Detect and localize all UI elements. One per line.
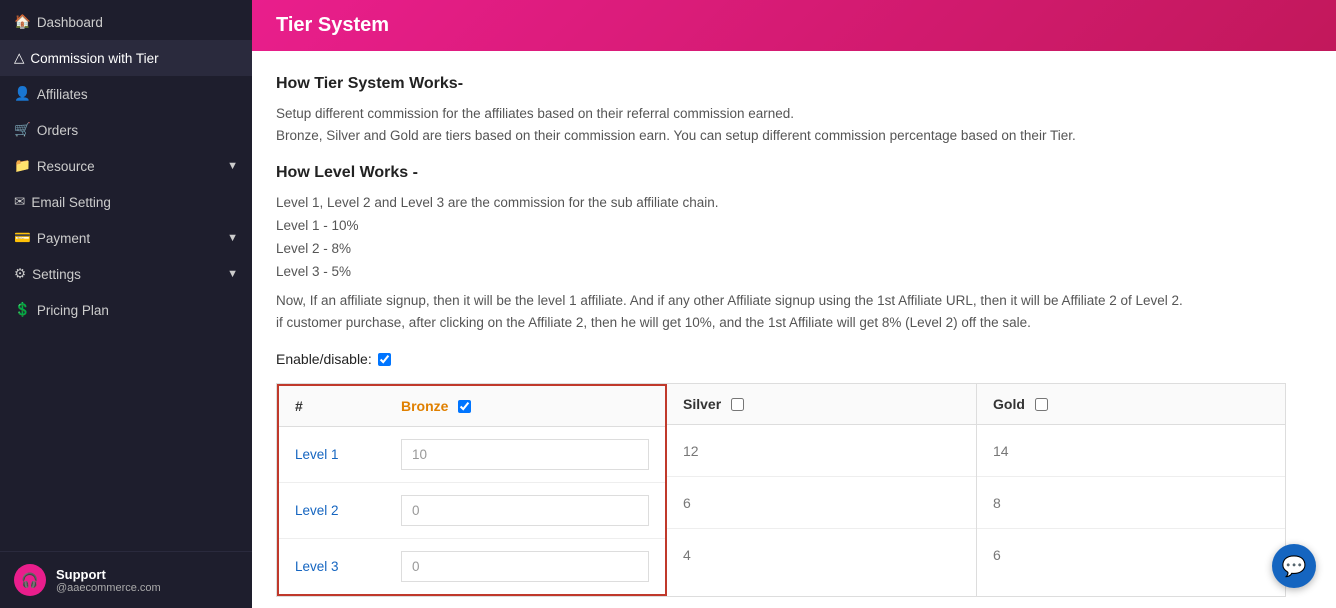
enable-checkbox[interactable]	[378, 353, 391, 366]
gold-label: Gold	[993, 396, 1025, 412]
sidebar-item-label: Resource	[37, 159, 95, 174]
support-section: 🎧 Support @aaecommerce.com	[0, 551, 252, 608]
gold-level3-value: 6	[993, 547, 1001, 563]
chevron-down-icon: ▼	[227, 268, 238, 280]
sidebar-item-pricing-plan[interactable]: 💲 Pricing Plan	[0, 292, 252, 328]
support-avatar: 🎧	[14, 564, 46, 596]
table-row-1-gold: 14	[977, 425, 1285, 477]
sidebar-item-label: Settings	[32, 267, 81, 282]
bronze-level3-input[interactable]	[401, 551, 649, 582]
sidebar-item-label: Payment	[37, 231, 90, 246]
gold-level1-value: 14	[993, 443, 1009, 459]
col-header-silver: Silver	[667, 384, 976, 425]
orders-icon: 🛒	[14, 122, 31, 138]
sidebar-item-label: Dashboard	[37, 15, 103, 30]
level-1-label: Level 1	[295, 447, 385, 462]
how-level-title: How Level Works -	[276, 164, 1312, 182]
gold-checkbox[interactable]	[1035, 398, 1048, 411]
silver-level3-value: 4	[683, 547, 691, 563]
affiliates-icon: 👤	[14, 86, 31, 102]
sidebar-item-affiliates[interactable]: 👤 Affiliates	[0, 76, 252, 112]
level-desc1: Level 1, Level 2 and Level 3 are the com…	[276, 195, 719, 210]
chevron-down-icon: ▼	[227, 232, 238, 244]
dashboard-icon: 🏠	[14, 14, 31, 30]
sidebar-item-resource[interactable]: 📁 Resource ▼	[0, 148, 252, 184]
sidebar-item-settings[interactable]: ⚙ Settings ▼	[0, 256, 252, 292]
table-row-3-silver: 4	[667, 529, 976, 581]
bronze-level1-input[interactable]	[401, 439, 649, 470]
chat-bubble-button[interactable]: 💬	[1272, 544, 1316, 588]
sidebar-item-label: Affiliates	[37, 87, 88, 102]
how-tier-desc: Setup different commission for the affil…	[276, 103, 1312, 146]
how-tier-desc1: Setup different commission for the affil…	[276, 106, 794, 121]
payment-icon: 💳	[14, 230, 31, 246]
silver-checkbox[interactable]	[731, 398, 744, 411]
bronze-label: Bronze	[401, 398, 448, 414]
silver-level2-value: 6	[683, 495, 691, 511]
silver-label: Silver	[683, 396, 721, 412]
page-title: Tier System	[276, 14, 389, 36]
support-email: @aaecommerce.com	[56, 582, 161, 594]
main-content: Tier System How Tier System Works- Setup…	[252, 0, 1336, 608]
settings-icon: ⚙	[14, 266, 26, 282]
level-3-label: Level 3	[295, 559, 385, 574]
level-2: Level 2 - 8%	[276, 241, 351, 256]
tier-table: # Bronze Level 1 Level 2 Level 3	[276, 383, 1286, 597]
page-body: How Tier System Works- Setup different c…	[252, 51, 1336, 608]
page-header: Tier System	[252, 0, 1336, 51]
sidebar-item-orders[interactable]: 🛒 Orders	[0, 112, 252, 148]
level-2-label: Level 2	[295, 503, 385, 518]
sidebar: 🏠 Dashboard △ Commission with Tier 👤 Aff…	[0, 0, 252, 608]
support-text: Support @aaecommerce.com	[56, 567, 161, 594]
table-row-2-silver: 6	[667, 477, 976, 529]
level-lines: Level 1, Level 2 and Level 3 are the com…	[276, 192, 1312, 284]
sidebar-item-payment[interactable]: 💳 Payment ▼	[0, 220, 252, 256]
chevron-down-icon: ▼	[227, 160, 238, 172]
col-header-gold: Gold	[977, 384, 1285, 425]
hash-label: #	[295, 398, 395, 414]
support-name: Support	[56, 567, 161, 582]
sidebar-item-dashboard[interactable]: 🏠 Dashboard	[0, 4, 252, 40]
sidebar-item-label: Pricing Plan	[37, 303, 109, 318]
commission-icon: △	[14, 50, 24, 66]
how-tier-title: How Tier System Works-	[276, 75, 1312, 93]
silver-level1-value: 12	[683, 443, 699, 459]
resource-icon: 📁	[14, 158, 31, 174]
table-row-3-bronze: Level 3	[279, 539, 665, 594]
table-row-2-bronze: Level 2	[279, 483, 665, 539]
pricing-icon: 💲	[14, 302, 31, 318]
level-1: Level 1 - 10%	[276, 218, 359, 233]
table-row-2-gold: 8	[977, 477, 1285, 529]
table-row-3-gold: 6	[977, 529, 1285, 581]
gold-col: Gold 14 8 6	[977, 384, 1285, 596]
gold-level2-value: 8	[993, 495, 1001, 511]
silver-col: Silver 12 6 4	[667, 384, 977, 596]
bronze-level2-input[interactable]	[401, 495, 649, 526]
sidebar-item-email-setting[interactable]: ✉ Email Setting	[0, 184, 252, 220]
sidebar-menu: 🏠 Dashboard △ Commission with Tier 👤 Aff…	[0, 0, 252, 608]
table-row-1-silver: 12	[667, 425, 976, 477]
sidebar-item-label: Email Setting	[31, 195, 111, 210]
bronze-checkbox[interactable]	[458, 400, 471, 413]
bronze-col: # Bronze Level 1 Level 2 Level 3	[277, 384, 667, 596]
table-row-1-bronze: Level 1	[279, 427, 665, 483]
level-desc3: if customer purchase, after clicking on …	[276, 315, 1031, 330]
enable-label: Enable/disable:	[276, 351, 372, 367]
level-desc2: Now, If an affiliate signup, then it wil…	[276, 293, 1183, 308]
level-3: Level 3 - 5%	[276, 264, 351, 279]
enable-row: Enable/disable:	[276, 351, 1312, 367]
sidebar-item-label: Commission with Tier	[30, 51, 158, 66]
email-icon: ✉	[14, 194, 25, 210]
how-tier-desc2: Bronze, Silver and Gold are tiers based …	[276, 128, 1076, 143]
level-extra: Now, If an affiliate signup, then it wil…	[276, 290, 1312, 333]
col-header-hash-bronze: # Bronze	[279, 386, 665, 427]
sidebar-item-label: Orders	[37, 123, 78, 138]
sidebar-item-commission-tier[interactable]: △ Commission with Tier	[0, 40, 252, 76]
